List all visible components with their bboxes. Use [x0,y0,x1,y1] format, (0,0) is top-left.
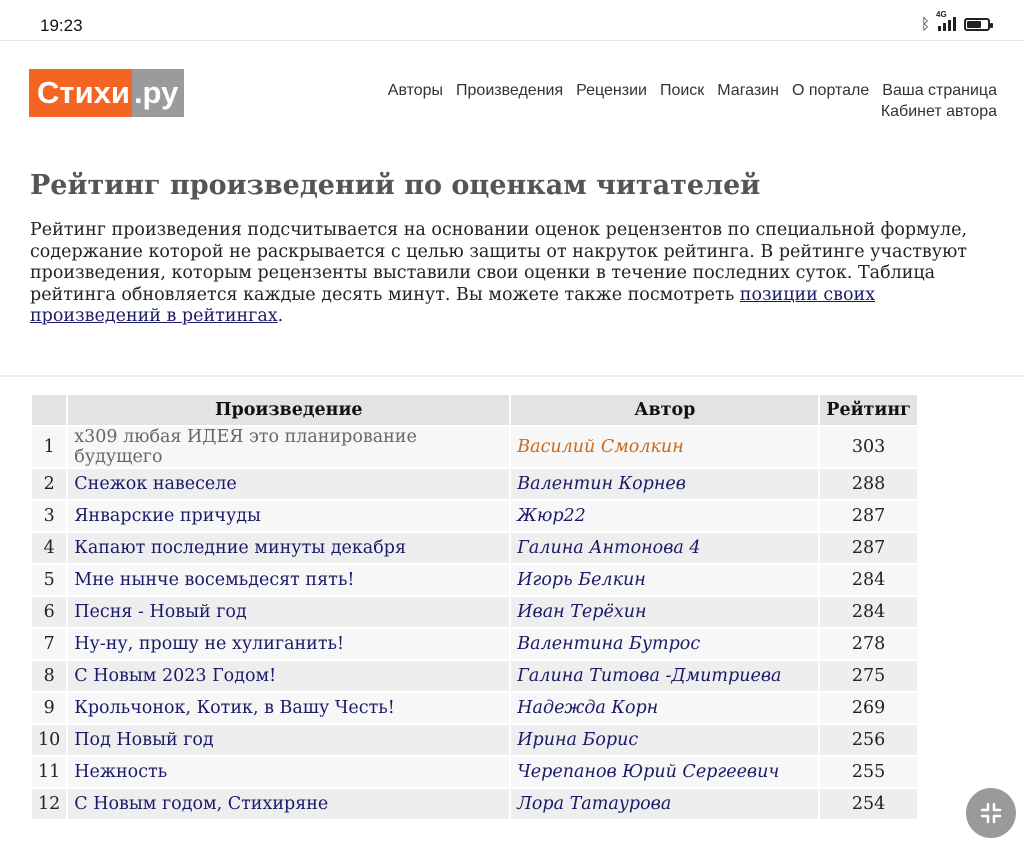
author-link[interactable]: Галина Антонова 4 [511,533,819,563]
work-link[interactable]: Капают последние минуты декабря [68,533,510,563]
rank-cell: 4 [32,533,67,563]
work-link[interactable]: Песня - Новый год [68,597,510,627]
work-link[interactable]: Крольчонок, Котик, в Вашу Честь! [68,693,510,723]
rank-cell: 1 [32,427,67,467]
table-row: 7 Ну-ну, прошу не хулиганить! Валентина Бу… [32,629,917,659]
collapse-icon [980,802,1002,824]
nav-item[interactable]: Магазин [717,82,779,99]
table-row: 3 Январские причуды Жюр22 287 [32,501,917,531]
nav-item-cabinet[interactable]: Кабинет автора [881,103,997,120]
rating-cell: 284 [820,565,917,595]
table-row: 4 Капают последние минуты декабря Галина А… [32,533,917,563]
table-row: 1 х309 любая ИДЕЯ это планирование будуще… [32,427,917,467]
rating-cell: 256 [820,725,917,755]
status-divider [0,40,1024,41]
work-link[interactable]: Снежок навеселе [68,469,510,499]
signal-icon: 4G [936,10,956,31]
rating-cell: 287 [820,501,917,531]
header-number [32,395,67,425]
logo-part-1: Стихи [29,69,132,117]
table-row: 6 Песня - Новый год Иван Терёхин 284 [32,597,917,627]
table-row: 8С Новым 2023 Годом! Галина Титова -Дмитр… [32,661,917,691]
author-link[interactable]: Василий Смолкин [511,427,819,467]
rating-cell: 303 [820,427,917,467]
nav-item[interactable]: О портале [792,82,869,99]
author-link[interactable]: Лора Татаурова [511,789,819,819]
table-row: 12 С Новым годом, Стихиряне Лора Татаурова… [32,789,917,819]
work-link[interactable]: С Новым 2023 Годом! [68,661,510,691]
nav-item[interactable]: Авторы [388,82,443,99]
section-divider [0,375,1024,377]
rank-cell: 7 [32,629,67,659]
rank-cell: 8 [32,661,67,691]
author-link[interactable]: Игорь Белкин [511,565,819,595]
exit-fullscreen-button[interactable] [966,788,1016,838]
author-link[interactable]: Жюр22 [511,501,819,531]
nav-item[interactable]: Поиск [660,82,704,99]
work-link[interactable]: Под Новый год [68,725,510,755]
author-link[interactable]: Галина Титова -Дмитриева [511,661,819,691]
rank-cell: 12 [32,789,67,819]
author-link[interactable]: Черепанов Юрий Сергеевич [511,757,819,787]
table-row: 9 Крольчонок, Котик, в Вашу Честь! Надежда… [32,693,917,723]
nav-item[interactable]: Рецензии [576,82,647,99]
rank-cell: 10 [32,725,67,755]
site-logo[interactable]: Стихи .ру [29,69,185,117]
status-time: 19:23 [40,16,83,35]
status-bar: 19:23 ᛒ 4G [0,0,1024,40]
work-link[interactable]: Ну-ну, прошу не хулиганить! [68,629,510,659]
table-row: 10 Под Новый год Ирина Борис 256 [32,725,917,755]
work-link[interactable]: Нежность [68,757,510,787]
rating-table: Произведение Автор Рейтинг 1 х309 любая И… [30,393,919,821]
rating-cell: 255 [820,757,917,787]
table-row: 5 Мне нынче восемьдесят пять! Игорь Белкин… [32,565,917,595]
logo-part-2: .ру [131,69,185,117]
rating-cell: 284 [820,597,917,627]
author-link[interactable]: Ирина Борис [511,725,819,755]
table-row: 2 Снежок навеселе Валентин Корнев 288 [32,469,917,499]
header-rating: Рейтинг [820,395,917,425]
intro-end: . [277,306,284,326]
table-header-row: Произведение Автор Рейтинг [32,395,917,425]
table-row: 11 Нежность Черепанов Юрий Сергеевич 255 [32,757,917,787]
rank-cell: 2 [32,469,67,499]
work-link[interactable]: С Новым годом, Стихиряне [68,789,510,819]
work-link[interactable]: Январские причуды [68,501,510,531]
intro-paragraph: Рейтинг произведения подсчитывается на о… [30,220,990,328]
nav-item[interactable]: Произведения [456,82,563,99]
author-link[interactable]: Надежда Корн [511,693,819,723]
author-link[interactable]: Валентин Корнев [511,469,819,499]
battery-icon [964,17,993,31]
bluetooth-icon: ᛒ [920,15,930,33]
author-link[interactable]: Валентина Бутрос [511,629,819,659]
nav-item[interactable]: Ваша страница [882,82,997,99]
status-icons: ᛒ 4G [920,10,993,33]
main-nav: Авторы Произведения Рецензии Поиск Магазин О … [297,80,997,122]
rating-cell: 269 [820,693,917,723]
rank-cell: 3 [32,501,67,531]
rank-cell: 9 [32,693,67,723]
rank-cell: 5 [32,565,67,595]
rank-cell: 6 [32,597,67,627]
work-link[interactable]: х309 любая ИДЕЯ это планирование будущег… [68,427,510,467]
rating-cell: 288 [820,469,917,499]
network-type-label: 4G [936,10,947,19]
header-work: Произведение [68,395,510,425]
work-link[interactable]: Мне нынче восемьдесят пять! [68,565,510,595]
author-link[interactable]: Иван Терёхин [511,597,819,627]
rank-cell: 11 [32,757,67,787]
rating-cell: 278 [820,629,917,659]
rating-cell: 254 [820,789,917,819]
rating-cell: 287 [820,533,917,563]
header-author: Автор [511,395,819,425]
rating-cell: 275 [820,661,917,691]
page-title: Рейтинг произведений по оценкам читателе… [30,170,761,201]
